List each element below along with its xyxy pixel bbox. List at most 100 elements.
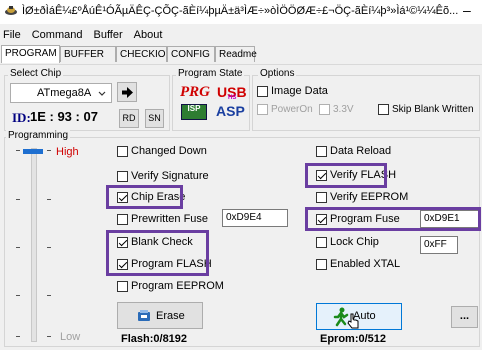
checkbox-box: [117, 170, 128, 182]
isp-indicator-label: ISP: [187, 104, 201, 113]
prewritten-fuse-checkbox[interactable]: Prewritten Fuse: [117, 213, 208, 225]
slider-tick: [47, 150, 51, 151]
isp-indicator: ISP: [181, 104, 207, 120]
app-icon: [5, 6, 17, 15]
menu-buffer[interactable]: Buffer: [93, 29, 122, 41]
rd-button[interactable]: RD: [119, 109, 139, 128]
checkbox-box: [316, 145, 327, 157]
verify-signature-checkbox[interactable]: Verify Signature: [117, 170, 209, 182]
slider-tick: [16, 150, 20, 151]
flash-status: Flash:0/8192: [121, 333, 188, 345]
prewritten-fuse-label: Prewritten Fuse: [131, 213, 209, 225]
v33-checkbox[interactable]: 3.3V: [319, 104, 354, 115]
highlight-verify-flash: [305, 163, 387, 188]
poweron-checkbox[interactable]: PowerOn: [257, 104, 313, 115]
chevron-down-icon: [98, 91, 106, 96]
highlight-blank-flash: [106, 230, 209, 276]
erase-button[interactable]: Erase: [117, 302, 203, 329]
v33-label: 3.3V: [333, 104, 354, 115]
slider-tick: [47, 295, 51, 296]
window-title: ÌØ±ðÌáÊ¼£ºÅúÊ¹ÓÃµÄÊÇ-ÇÕÇ-ãÈí¼þµÄ±ä³ÌÆ÷»ò…: [22, 5, 459, 17]
enabled-xtal-label: Enabled XTAL: [330, 258, 401, 270]
slider-tick: [47, 247, 51, 248]
tab-strip: PROGRAM BUFFER CHECKIO CONFIG Readme: [0, 45, 482, 64]
arrow-right-icon: [122, 87, 133, 98]
checkbox-box: [117, 145, 128, 157]
verify-eeprom-label: Verify EEPROM: [330, 191, 409, 203]
more-options-button[interactable]: ...: [451, 306, 478, 328]
checkbox-box: [316, 191, 327, 203]
program-eeprom-label: Program EEPROM: [131, 280, 224, 292]
next-chip-button[interactable]: [117, 82, 137, 102]
chip-id-label: ID:: [12, 110, 31, 125]
skip-blank-checkbox[interactable]: Skip Blank Written: [378, 104, 474, 115]
checkbox-box: [319, 104, 330, 115]
chip-select[interactable]: ATmega8A: [10, 83, 112, 103]
verify-signature-label: Verify Signature: [131, 170, 209, 182]
tab-buffer[interactable]: BUFFER: [60, 46, 116, 62]
menu-about[interactable]: About: [134, 29, 163, 41]
programming-group: [4, 137, 480, 347]
eprom-status: Eprom:0/512: [320, 333, 387, 345]
asp-indicator: ASP: [216, 103, 245, 119]
prg-indicator: PRG: [180, 84, 210, 100]
checkbox-box: [316, 258, 327, 270]
checkbox-box: [257, 85, 268, 97]
hs-indicator: HS: [228, 95, 237, 101]
tab-checkio[interactable]: CHECKIO: [116, 46, 167, 62]
tab-readme[interactable]: Readme: [215, 46, 257, 62]
slider-tick: [16, 199, 20, 200]
checkbox-box: [257, 104, 268, 115]
auto-button[interactable]: Auto: [316, 303, 402, 330]
menu-bar: File Command Buffer About: [0, 26, 482, 44]
tab-program[interactable]: PROGRAM: [1, 45, 60, 63]
speed-high-label: High: [56, 146, 79, 158]
slider-tick: [47, 199, 51, 200]
checkbox-box: [316, 236, 327, 248]
chip-select-value: ATmega8A: [37, 87, 92, 99]
lock-chip-label: Lock Chip: [330, 236, 379, 248]
checkbox-box: [378, 104, 389, 115]
highlight-chip-erase: [106, 185, 183, 209]
programming-legend: Programming: [6, 130, 71, 141]
prewritten-fuse-input[interactable]: 0xD9E4: [222, 209, 288, 227]
speed-low-label: Low: [60, 331, 81, 343]
program-state-legend: Program State: [176, 68, 245, 79]
lock-chip-checkbox[interactable]: Lock Chip: [316, 236, 379, 248]
erase-button-label: Erase: [156, 310, 185, 322]
slider-tick: [47, 336, 51, 337]
speed-slider-thumb[interactable]: [23, 149, 43, 154]
tab-divider: [0, 64, 482, 65]
slider-tick: [16, 247, 20, 248]
highlight-program-fuse: [305, 207, 481, 231]
chip-id-value: 1E : 93 : 07: [30, 109, 98, 124]
speed-slider-track[interactable]: [31, 148, 37, 342]
program-eeprom-checkbox[interactable]: Program EEPROM: [117, 280, 224, 292]
menu-command[interactable]: Command: [32, 29, 83, 41]
checkbox-box: [117, 213, 128, 225]
select-chip-legend: Select Chip: [8, 68, 64, 79]
menu-file[interactable]: File: [3, 29, 21, 41]
options-legend: Options: [258, 68, 297, 79]
lock-chip-input[interactable]: 0xFF: [420, 236, 458, 254]
slider-tick: [16, 295, 20, 296]
title-bar: ÌØ±ðÌáÊ¼£ºÅúÊ¹ÓÃµÄÊÇ-ÇÕÇ-ãÈí¼þµÄ±ä³ÌÆ÷»ò…: [0, 0, 482, 24]
options-group: [252, 75, 480, 131]
minimize-button[interactable]: –: [463, 2, 471, 18]
image-data-checkbox[interactable]: Image Data: [257, 85, 328, 97]
poweron-label: PowerOn: [271, 104, 313, 115]
slider-tick: [16, 336, 20, 337]
eraser-icon: [138, 310, 150, 321]
data-reload-checkbox[interactable]: Data Reload: [316, 145, 391, 157]
image-data-label: Image Data: [271, 85, 328, 97]
hand-cursor-icon: [347, 313, 359, 329]
changed-down-label: Changed Down: [131, 145, 207, 157]
data-reload-label: Data Reload: [330, 145, 392, 157]
skip-blank-label: Skip Blank Written: [392, 104, 474, 115]
enabled-xtal-checkbox[interactable]: Enabled XTAL: [316, 258, 400, 270]
verify-eeprom-checkbox[interactable]: Verify EEPROM: [316, 191, 408, 203]
changed-down-checkbox[interactable]: Changed Down: [117, 145, 207, 157]
tab-config[interactable]: CONFIG: [167, 46, 215, 62]
checkbox-box: [117, 280, 128, 292]
sn-button[interactable]: SN: [145, 109, 164, 128]
